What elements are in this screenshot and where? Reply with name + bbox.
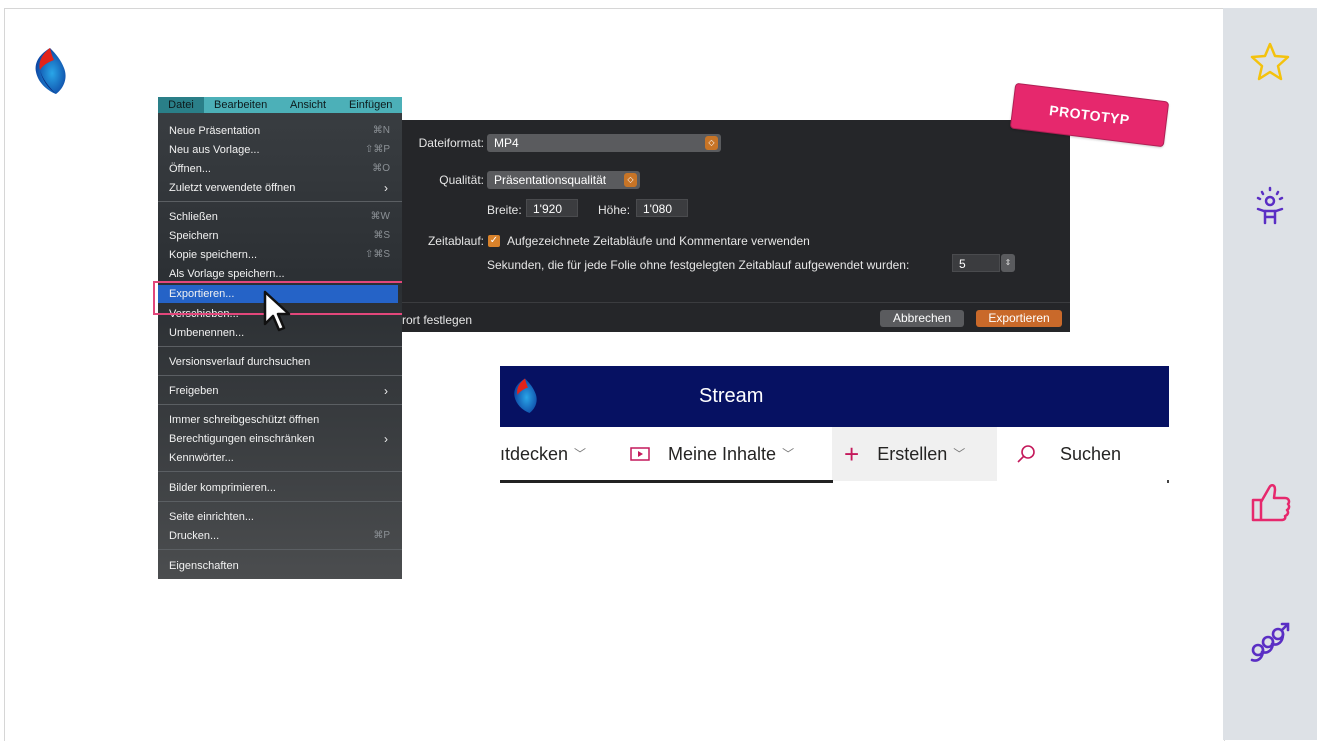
quality-label: Qualität: [439,173,484,187]
menu-item-kopie-speichern[interactable]: Kopie speichern... ⇧⌘S [158,246,402,264]
datei-menu: Datei Bearbeiten Ansicht Einfügen Neue P… [158,97,402,579]
menu-item-eigenschaften[interactable]: Eigenschaften [158,557,402,575]
plus-icon: + [844,439,860,469]
menu-item-seite-einrichten[interactable]: Seite einrichten... [158,508,402,526]
menu-item-berechtigungen[interactable]: Berechtigungen einschränken › [158,430,402,448]
menu-item-neu-aus-vorlage[interactable]: Neu aus Vorlage... ⇧⌘P [158,141,402,159]
nav-my-content[interactable]: Meine Inhalte ﹀ [630,427,794,481]
active-tab-underline [500,480,833,483]
menu-bar: Datei Bearbeiten Ansicht Einfügen [158,97,402,113]
menu-item-freigeben[interactable]: Freigeben › [158,382,402,400]
menu-datei[interactable]: Datei [158,97,204,113]
menu-item-schreibgeschuetzt[interactable]: Immer schreibgeschützt öffnen [158,411,402,429]
submenu-arrow-icon: › [384,181,388,195]
menu-item-kennwoerter[interactable]: Kennwörter... [158,449,402,467]
submenu-arrow-icon: › [384,432,388,446]
timing-checkbox-label: Aufgezeichnete Zeitabläufe und Kommentar… [507,234,810,248]
seconds-field[interactable]: 5 [952,254,1000,272]
swisscom-logo-icon [514,378,537,413]
menu-bearbeiten[interactable]: Bearbeiten [214,97,267,113]
menu-item-oeffnen[interactable]: Öffnen... ⌘O [158,160,402,178]
nav-discover[interactable]: ıtdecken ﹀ [500,427,586,481]
select-chevron-icon: ◇ [705,136,718,150]
swisscom-logo-icon [35,48,66,94]
height-label: Höhe: [598,203,631,217]
menu-einfuegen[interactable]: Einfügen [349,97,392,113]
menu-ansicht[interactable]: Ansicht [290,97,326,113]
dialog-divider [402,302,1070,303]
menu-item-drucken[interactable]: Drucken... ⌘P [158,527,402,545]
chevron-down-icon: ﹀ [782,447,795,461]
height-field[interactable]: 1'080 [636,199,688,217]
nav-search[interactable]: Suchen [1016,427,1121,481]
cancel-button[interactable]: Abbrechen [880,310,964,327]
chevron-down-icon: ﹀ [953,447,966,461]
location-link[interactable]: rort festlegen [402,313,472,327]
submenu-arrow-icon: › [384,384,388,398]
menu-separator [158,201,402,202]
export-dialog: Dateiformat: MP4 ◇ Qualität: Präsentation… [402,120,1070,332]
export-button[interactable]: Exportieren [976,310,1062,327]
nav-create[interactable]: + Erstellen ﹀ [844,427,965,481]
menu-separator [158,346,402,347]
right-sidebar [1223,8,1317,740]
mouse-cursor-icon [263,290,291,332]
width-label: Breite: [487,203,522,217]
format-label: Dateiformat: [418,136,484,150]
format-select[interactable]: MP4 ◇ [487,134,721,152]
menu-separator [158,375,402,376]
menu-item-neue-praesentation[interactable]: Neue Präsentation ⌘N [158,122,402,140]
menu-separator [158,501,402,502]
star-icon[interactable] [1223,40,1317,84]
menu-item-zuletzt-verwendete[interactable]: Zuletzt verwendete öffnen › [158,179,402,197]
timing-label: Zeitablauf: [427,234,484,248]
stepper-icon[interactable]: ⇕ [1001,254,1015,272]
idea-person-icon[interactable] [1223,183,1317,227]
menu-item-bilder-komprimieren[interactable]: Bilder komprimieren... [158,479,402,497]
menu-item-schliessen[interactable]: Schließen ⌘W [158,208,402,226]
menu-item-versionsverlauf[interactable]: Versionsverlauf durchsuchen [158,353,402,371]
menu-separator [158,549,402,550]
checkmark-icon[interactable]: ✓ [488,235,500,247]
width-field[interactable]: 1'920 [526,199,578,217]
video-icon [630,447,650,461]
stream-header: Stream [500,366,1169,427]
search-icon [1017,445,1035,463]
menu-separator [158,471,402,472]
growth-icon[interactable] [1223,620,1317,668]
menu-item-speichern[interactable]: Speichern ⌘S [158,227,402,245]
quality-select[interactable]: Präsentationsqualität ◇ [487,171,640,189]
stream-title: Stream [699,385,764,407]
seconds-label: Sekunden, die für jede Folie ohne festge… [487,258,910,272]
stream-nav: ıtdecken ﹀ Meine Inhalte ﹀ + Erstellen ﹀ Su… [500,427,1169,484]
chevron-down-icon: ﹀ [574,447,587,461]
nav-divider [1167,480,1169,483]
menu-separator [158,404,402,405]
select-chevron-icon: ◇ [624,173,637,187]
thumbs-up-icon[interactable] [1223,478,1317,524]
